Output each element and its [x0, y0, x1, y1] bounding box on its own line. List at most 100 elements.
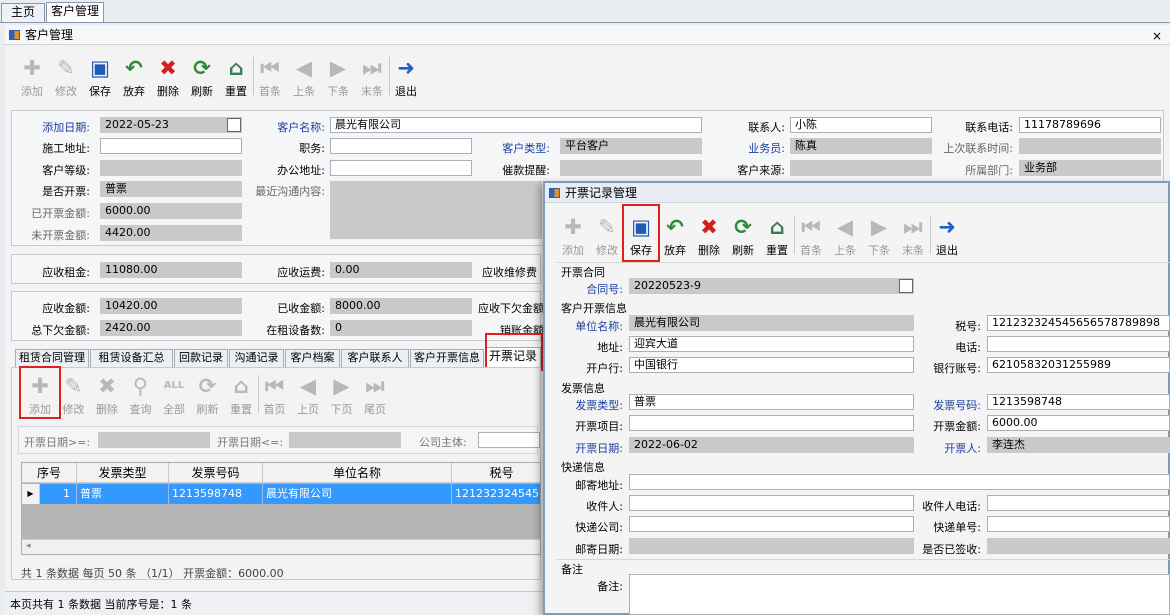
- invoice-item-field[interactable]: [629, 415, 914, 431]
- first-button[interactable]: ⏮ 首条: [254, 55, 286, 99]
- row-selector-icon[interactable]: ▶: [22, 484, 40, 504]
- col-header-tax[interactable]: 税号: [452, 463, 540, 483]
- invoice-flag-field[interactable]: 普票: [100, 181, 242, 197]
- sub-tab-2[interactable]: 租赁设备汇总: [90, 349, 173, 367]
- next-button[interactable]: ▶ 下页: [326, 373, 358, 417]
- col-header-company[interactable]: 单位名称: [263, 463, 452, 483]
- last-button[interactable]: ⏭ 尾页: [359, 373, 391, 417]
- customer-type-field[interactable]: 平台客户: [560, 138, 702, 154]
- source-field[interactable]: [790, 160, 932, 176]
- delete-button[interactable]: ✖ 删除: [91, 373, 123, 417]
- sub-tab-6[interactable]: 客户联系人: [341, 349, 409, 367]
- sub-tab-4[interactable]: 沟通记录: [229, 349, 284, 367]
- tab-customer-management[interactable]: 客户管理: [46, 2, 104, 22]
- scroll-left-icon[interactable]: ◂: [26, 541, 31, 551]
- mail-date-field[interactable]: [629, 538, 914, 554]
- invoice-date-field[interactable]: 2022-06-02: [629, 437, 914, 453]
- edit-button[interactable]: ✎ 修改: [591, 214, 623, 258]
- signed-field[interactable]: [987, 538, 1170, 554]
- refresh-button[interactable]: ⟳ 刷新: [727, 214, 759, 258]
- undo-button[interactable]: ↶ 放弃: [659, 214, 691, 258]
- uninvoiced-field[interactable]: 4420.00: [100, 225, 242, 241]
- courier-field[interactable]: [629, 516, 914, 532]
- reset-button[interactable]: ⌂ 重置: [225, 373, 257, 417]
- position-field[interactable]: [330, 138, 472, 154]
- delete-button[interactable]: ✖ 删除: [152, 55, 184, 99]
- add-date-field[interactable]: 2022-05-23: [100, 117, 242, 133]
- reset-button[interactable]: ⌂ 重置: [220, 55, 252, 99]
- col-header-no[interactable]: 序号: [22, 463, 77, 483]
- edit-button[interactable]: ✎ 修改: [58, 373, 90, 417]
- edit-button[interactable]: ✎ 修改: [50, 55, 82, 99]
- first-button[interactable]: ⏮ 首页: [259, 373, 291, 417]
- phone-field[interactable]: 11178789696: [1019, 117, 1161, 133]
- add-button[interactable]: ✚ 添加: [16, 55, 48, 99]
- exit-button[interactable]: ➜ 退出: [931, 214, 963, 258]
- reset-button[interactable]: ⌂ 重置: [761, 214, 793, 258]
- drawer-field[interactable]: 李连杰: [987, 437, 1170, 453]
- prev-button[interactable]: ◀ 上条: [829, 214, 861, 258]
- filter-company-field[interactable]: [478, 432, 540, 448]
- customer-name-field[interactable]: 晨光有限公司: [330, 117, 702, 133]
- sub-tab-5[interactable]: 客户档案: [285, 349, 340, 367]
- receivable-field[interactable]: 10420.00: [100, 298, 242, 314]
- col-header-type[interactable]: 发票类型: [77, 463, 169, 483]
- received-field[interactable]: 8000.00: [330, 298, 472, 314]
- account-field[interactable]: 62105832031255989: [987, 357, 1170, 373]
- delete-button[interactable]: ✖ 删除: [693, 214, 725, 258]
- next-button[interactable]: ▶ 下条: [322, 55, 354, 99]
- level-field[interactable]: [100, 160, 242, 176]
- all-button[interactable]: ALL 全部: [158, 373, 190, 417]
- refresh-button[interactable]: ⟳ 刷新: [192, 373, 224, 417]
- tracking-field[interactable]: [987, 516, 1170, 532]
- recent-comm-field[interactable]: [330, 181, 542, 239]
- invoice-grid[interactable]: 序号 发票类型 发票号码 单位名称 税号 ▶ 1 普票 1213598748 晨…: [21, 462, 541, 555]
- contract-calendar-icon[interactable]: [899, 279, 913, 293]
- first-button[interactable]: ⏮ 首条: [795, 214, 827, 258]
- unit-name-field[interactable]: 晨光有限公司: [629, 315, 914, 331]
- mail-address-field[interactable]: [629, 474, 1170, 490]
- total-arrears-field[interactable]: 2420.00: [100, 320, 242, 336]
- tab-home[interactable]: 主页: [1, 3, 45, 22]
- address-field[interactable]: 迎宾大道: [629, 336, 914, 352]
- sub-tab-1[interactable]: 租赁合同管理: [15, 349, 89, 367]
- filter-date-to-field[interactable]: [289, 432, 401, 448]
- grid-scrollbar[interactable]: [22, 539, 540, 554]
- col-header-number[interactable]: 发票号码: [169, 463, 263, 483]
- reminder-field[interactable]: [560, 160, 702, 176]
- freight-field[interactable]: 0.00: [330, 262, 472, 278]
- dept-field[interactable]: 业务部: [1019, 160, 1161, 176]
- rented-field[interactable]: 0: [330, 320, 472, 336]
- invoice-type-field[interactable]: 普票: [629, 394, 914, 410]
- bank-field[interactable]: 中国银行: [629, 357, 914, 373]
- tax-no-field[interactable]: 121232324545656578789898: [987, 315, 1170, 331]
- undo-button[interactable]: ↶ 放弃: [118, 55, 150, 99]
- sub-tab-7[interactable]: 客户开票信息: [410, 349, 484, 367]
- receiver-tel-field[interactable]: [987, 495, 1170, 511]
- salesman-field[interactable]: 陈真: [790, 138, 932, 154]
- query-button[interactable]: ⚲ 查询: [125, 373, 157, 417]
- site-address-field[interactable]: [100, 138, 242, 154]
- save-button[interactable]: ▣ 保存: [84, 55, 116, 99]
- prev-button[interactable]: ◀ 上页: [292, 373, 324, 417]
- last-contact-field[interactable]: [1019, 138, 1161, 154]
- invoice-no-field[interactable]: 1213598748: [987, 394, 1170, 410]
- last-button[interactable]: ⏭ 末条: [356, 55, 388, 99]
- tel-field[interactable]: [987, 336, 1170, 352]
- contact-field[interactable]: 小陈: [790, 117, 932, 133]
- prev-button[interactable]: ◀ 上条: [288, 55, 320, 99]
- refresh-button[interactable]: ⟳ 刷新: [186, 55, 218, 99]
- invoiced-field[interactable]: 6000.00: [100, 203, 242, 219]
- remark-field[interactable]: [629, 574, 1170, 615]
- add-button[interactable]: ✚ 添加: [557, 214, 589, 258]
- rent-field[interactable]: 11080.00: [100, 262, 242, 278]
- last-button[interactable]: ⏭ 末条: [897, 214, 929, 258]
- contract-no-field[interactable]: 20220523-9: [629, 278, 914, 294]
- invoice-amount-field[interactable]: 6000.00: [987, 415, 1170, 431]
- office-address-field[interactable]: [330, 160, 472, 176]
- window-close-icon[interactable]: ×: [1152, 29, 1162, 43]
- exit-button[interactable]: ➜ 退出: [390, 55, 422, 99]
- receiver-field[interactable]: [629, 495, 914, 511]
- sub-tab-3[interactable]: 回款记录: [174, 349, 228, 367]
- calendar-icon[interactable]: [227, 118, 241, 132]
